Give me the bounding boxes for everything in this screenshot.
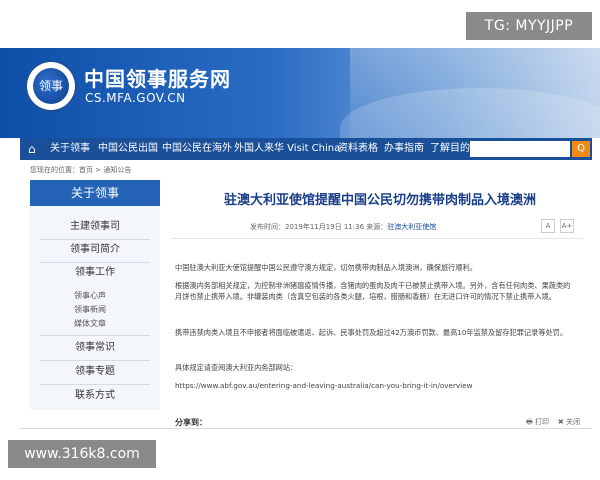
home-icon[interactable]: ⌂ — [28, 142, 42, 156]
logo-emblem-icon: 领事 — [33, 68, 69, 104]
article-paragraph: 根据澳内务部相关规定，为控制非洲猪瘟疫情传播，含猪肉的蛋肉及肉干已被禁止携带入境… — [175, 281, 571, 301]
print-icon[interactable]: 🖶 — [526, 418, 533, 426]
article-meta: 发布时间：2019年11月19日 11:36 来源：驻澳大利亚使馆 — [250, 222, 436, 232]
page: 领事 中国领事服务网 CS.MFA.GOV.CN TG: MYYJJPP ⌂ 关… — [0, 0, 600, 480]
share-label: 分享到： — [175, 418, 207, 427]
sidebar-title: 关于领事 — [30, 180, 160, 206]
article-paragraph: 携带违禁肉类入境且不申报者将面临被遣返、起诉、民事处罚及超过42万澳币罚款、最高… — [175, 328, 568, 337]
sidebar-subitem-media[interactable]: 媒体文章 — [74, 318, 106, 329]
sidebar-item-main[interactable]: 主建领事司 — [30, 217, 160, 237]
sidebar-item-contact[interactable]: 联系方式 — [30, 386, 160, 406]
nav-item-guide[interactable]: 办事指南 — [384, 138, 424, 160]
article-divider — [172, 238, 582, 239]
sidebar-item-work[interactable]: 领事工作 — [30, 263, 160, 283]
font-increase-button[interactable]: A+ — [560, 219, 574, 233]
publish-info: 发布时间：2019年11月19日 11:36 来源： — [250, 223, 388, 231]
article-paragraph: 中国驻澳大利亚大使馆提醒中国公民遵守澳方规定，切勿携带肉制品入境澳洲，确保旅行顺… — [175, 263, 477, 272]
sidebar-divider — [40, 384, 150, 385]
article-link[interactable]: https://www.abf.gov.au/entering-and-leav… — [175, 380, 577, 391]
footer-divider — [20, 428, 592, 429]
sidebar-item-intro[interactable]: 领事司简介 — [30, 240, 160, 260]
nav-item-citizens-abroad[interactable]: 中国公民出国 — [98, 138, 158, 160]
sidebar-item-knowledge[interactable]: 领事常识 — [30, 338, 160, 358]
site-title[interactable]: 中国领事服务网 — [84, 63, 231, 92]
print-button[interactable]: 打印 — [535, 418, 549, 426]
sidebar-subitem-news[interactable]: 领事新闻 — [74, 304, 106, 315]
sidebar: 关于领事 主建领事司 领事司简介 领事工作 领事心声 领事新闻 媒体文章 领事常… — [30, 180, 160, 410]
nav-item-citizens-overseas[interactable]: 中国公民在海外 — [162, 138, 232, 160]
watermark-bottom: www.316k8.com — [8, 440, 156, 468]
main-nav: ⌂ 关于领事 中国公民出国 中国公民在海外 外国人来华 Visit China … — [20, 138, 592, 160]
close-button[interactable]: 关闭 — [566, 418, 580, 426]
article-source-link[interactable]: 驻澳大利亚使馆 — [387, 223, 436, 231]
sidebar-divider — [40, 335, 150, 336]
article-paragraph: 具体规定请查阅澳大利亚内务部网站： — [175, 363, 298, 372]
font-decrease-button[interactable]: A — [541, 219, 555, 233]
site-logo[interactable]: 领事 — [27, 62, 75, 110]
nav-item-about-consular[interactable]: 关于领事 — [50, 138, 90, 160]
breadcrumb: 您现在的位置：首页 > 通知公告 — [30, 166, 132, 174]
site-url: CS.MFA.GOV.CN — [85, 91, 186, 105]
sidebar-item-topics[interactable]: 领事专题 — [30, 362, 160, 382]
search-input[interactable] — [470, 141, 570, 157]
sidebar-divider — [40, 360, 150, 361]
article-title: 驻澳大利亚使馆提醒中国公民切勿携带肉制品入境澳洲 — [223, 193, 536, 208]
watermark-top: TG: MYYJJPP — [466, 12, 592, 40]
close-icon[interactable]: ✖ — [558, 418, 564, 426]
sidebar-subitem-voice[interactable]: 领事心声 — [74, 290, 106, 301]
nav-item-forms[interactable]: 资料表格 — [338, 138, 378, 160]
nav-item-visit-china[interactable]: 外国人来华 Visit China — [234, 138, 340, 160]
search-icon[interactable]: Q — [572, 141, 590, 157]
